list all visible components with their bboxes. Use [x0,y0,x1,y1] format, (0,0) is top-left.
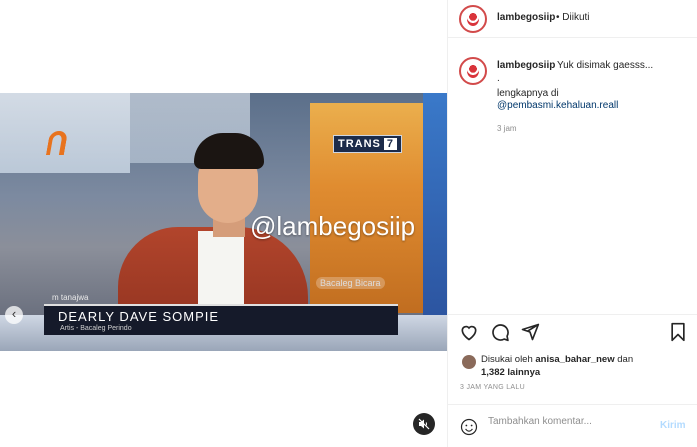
caption-time: 3 jam [497,124,517,133]
liker-username[interactable]: anisa_bahar_new [535,354,614,365]
emoji-icon[interactable] [460,418,478,436]
share-icon[interactable] [520,322,540,342]
caption-line2: lengkapnya di [497,88,559,99]
guest-name: DEARLY DAVE SOMPIE [58,309,220,324]
video-player[interactable]: TRANS 7 @lambegosiip Bacaleg Bicara m tan… [0,93,447,351]
post-sidebar: lambegosiip • Diikuti lambegosiip Yuk di… [447,0,697,447]
send-button[interactable]: Kirim [660,420,686,431]
watermark-text: @lambegosiip [250,211,416,241]
caption-mention-link[interactable]: @pembasmi.kehaluan.reall [497,100,618,111]
action-bar [448,316,697,348]
guest-role: Artis - Bacaleg Perindo [60,325,132,332]
lower-third: DEARLY DAVE SOMPIE Artis - Bacaleg Perin… [44,304,398,335]
avatar[interactable] [459,5,487,33]
likes-text: Disukai oleh anisa_bahar_new dan 1,382 l… [481,354,634,378]
avatar[interactable] [462,355,476,369]
caption-dot: . [497,73,500,84]
follow-status[interactable]: • Diikuti [556,12,590,23]
avatar[interactable] [459,57,487,85]
header-username[interactable]: lambegosiip [497,12,555,23]
likes-count[interactable]: 1,382 lainnya [481,367,540,378]
caption-area: lambegosiip Yuk disimak gaesss... . leng… [448,38,697,315]
chevron-left-icon[interactable]: ‹ [5,306,23,324]
mute-icon[interactable] [413,413,435,435]
comment-bar: Kirim [448,404,697,447]
bookmark-icon[interactable] [668,322,688,342]
comment-icon[interactable] [490,322,510,342]
post-header: lambegosiip • Diikuti [448,0,697,38]
caption-text: Yuk disimak gaesss... [557,60,654,71]
channel-logo: TRANS 7 [333,135,403,153]
comment-input[interactable] [488,416,653,427]
heart-icon[interactable] [459,322,479,342]
caption-username[interactable]: lambegosiip [497,60,555,71]
studio-strip [423,93,447,351]
show-small-label: m tanajwa [52,293,89,302]
show-tag: Bacaleg Bicara [316,277,385,289]
post-time[interactable]: 3 JAM YANG LALU [460,384,525,391]
post-media[interactable]: TRANS 7 @lambegosiip Bacaleg Bicara m tan… [0,0,447,447]
